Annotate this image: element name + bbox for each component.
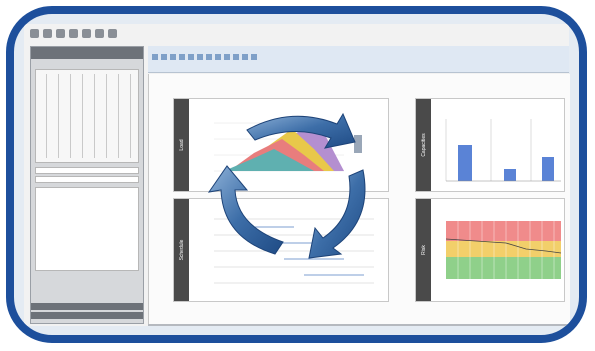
risk-chart (445, 221, 562, 279)
panel-capacities: Capacities (415, 98, 565, 192)
ribbon-icon[interactable] (170, 54, 176, 60)
ribbon-icon[interactable] (197, 54, 203, 60)
left-pane-field-2[interactable] (35, 176, 139, 183)
bar-charts (445, 119, 561, 182)
list-item[interactable] (39, 250, 135, 260)
list-item[interactable] (39, 230, 135, 240)
ribbon-icon[interactable] (233, 54, 239, 60)
left-pane-list (35, 187, 139, 271)
qat-button-6[interactable] (95, 28, 104, 38)
ribbon-icon[interactable] (179, 54, 185, 60)
left-pane (30, 46, 144, 324)
cycle-arrow-icon (207, 112, 366, 259)
qat-button-7[interactable] (108, 28, 117, 38)
cycle-arrow-left (207, 165, 284, 255)
bar-1 (458, 145, 472, 181)
risk-band-high (446, 221, 561, 241)
qat-button-4[interactable] (69, 28, 78, 38)
bar-3 (542, 157, 554, 181)
risk-band-low (446, 257, 561, 279)
cycle-arrow-top (246, 112, 356, 149)
left-pane-field-1[interactable] (35, 167, 139, 174)
ribbon-icon[interactable] (188, 54, 194, 60)
ribbon-icon[interactable] (206, 54, 212, 60)
left-pane-header (31, 47, 143, 59)
ribbon-icon[interactable] (242, 54, 248, 60)
qat-button-3[interactable] (56, 28, 65, 38)
list-item[interactable] (39, 210, 135, 220)
left-pane-bar-1[interactable] (31, 303, 143, 310)
quick-access-toolbar (30, 24, 117, 42)
list-item[interactable] (39, 200, 135, 210)
cycle-arrow-right (308, 169, 366, 259)
list-item[interactable] (39, 220, 135, 230)
left-pane-bar-2[interactable] (31, 312, 143, 319)
ribbon-icon[interactable] (224, 54, 230, 60)
ribbon-icon[interactable] (251, 54, 257, 60)
ribbon (148, 46, 569, 73)
risk-band-medium (446, 241, 561, 257)
list-item[interactable] (39, 190, 135, 200)
ribbon-icons (148, 52, 569, 62)
qat-button-5[interactable] (82, 28, 91, 38)
left-pane-scale (35, 69, 139, 163)
ribbon-icon[interactable] (215, 54, 221, 60)
qat-button-2[interactable] (43, 28, 52, 38)
ribbon-icon[interactable] (161, 54, 167, 60)
bar-2 (504, 169, 516, 181)
list-item[interactable] (39, 240, 135, 250)
panel-risk: Risk (415, 198, 565, 302)
ribbon-icon[interactable] (152, 54, 158, 60)
qat-button-1[interactable] (30, 28, 39, 38)
status-bar (148, 324, 569, 326)
